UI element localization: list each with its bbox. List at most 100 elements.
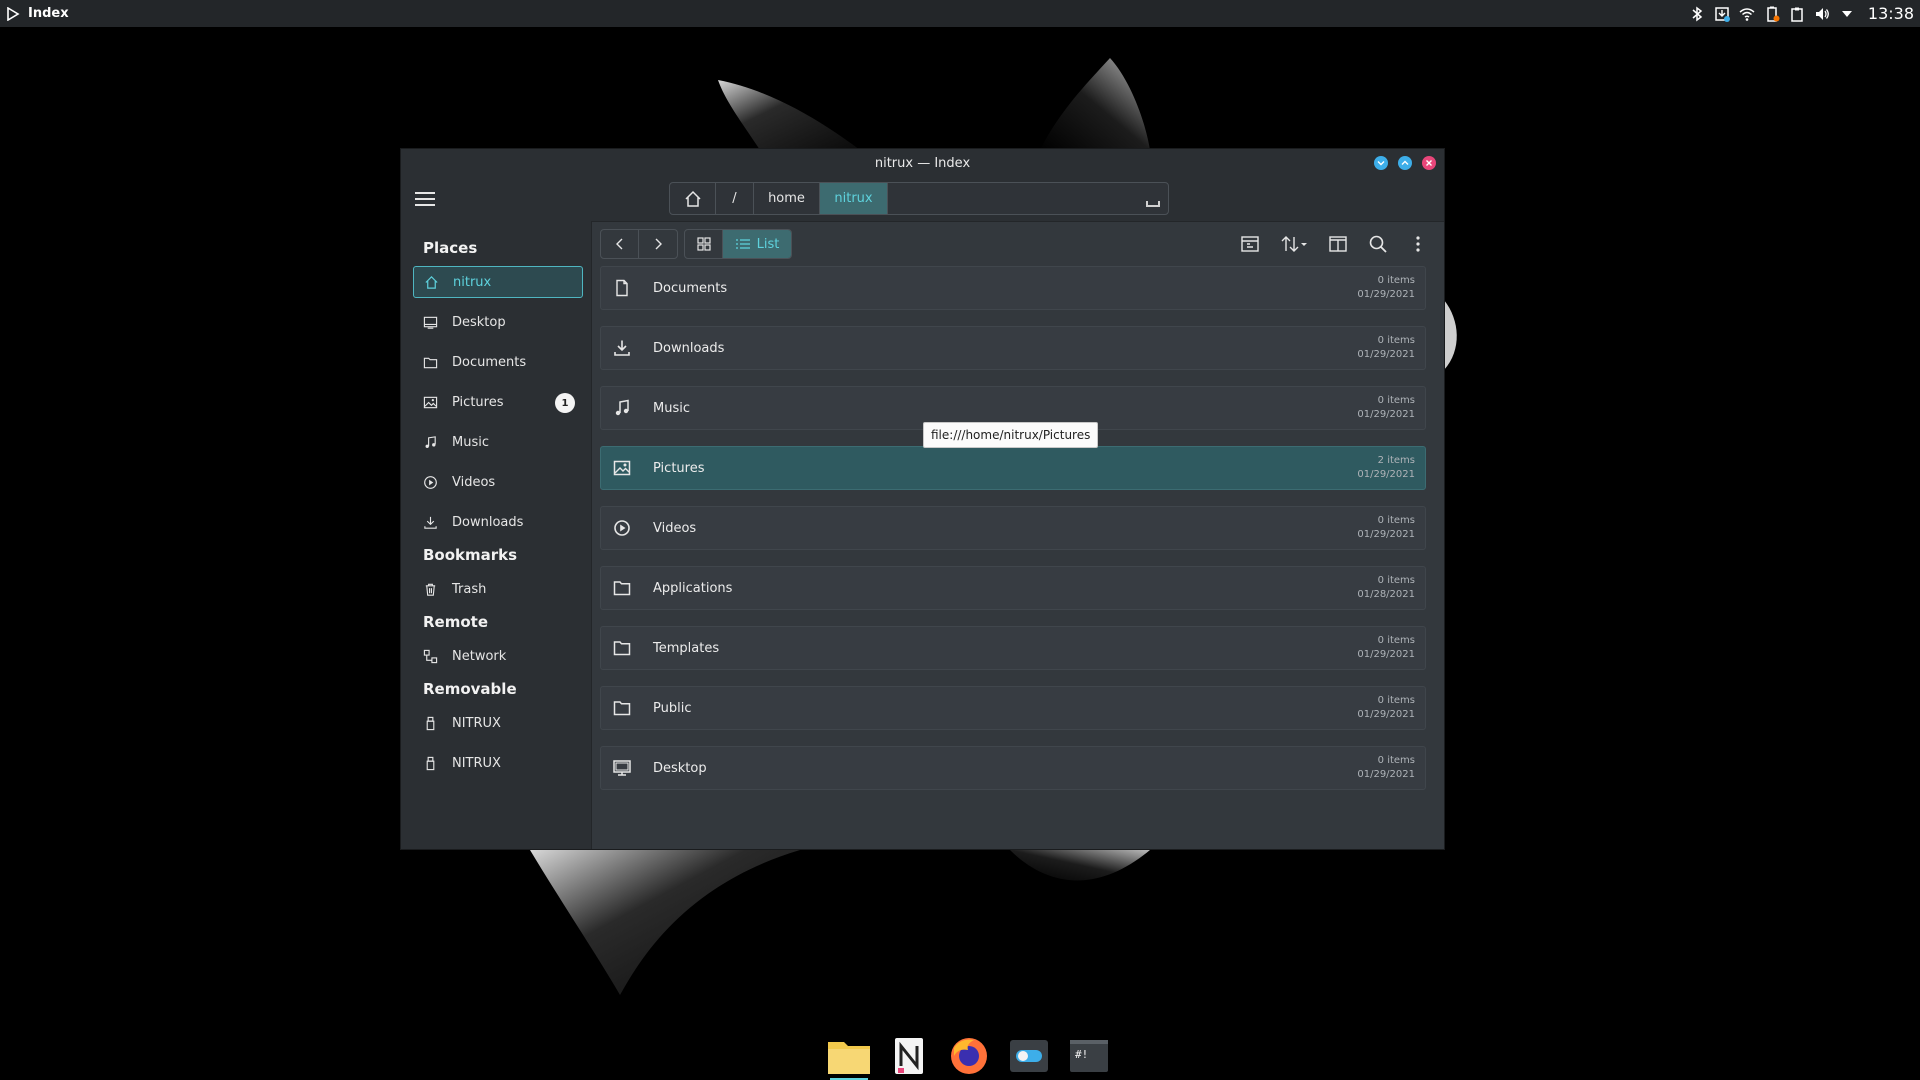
close-button[interactable]	[1422, 156, 1436, 170]
file-row-desktop[interactable]: Desktop 0 items 01/29/2021	[600, 746, 1426, 790]
sidebar-item-network[interactable]: Network	[413, 640, 583, 672]
file-name: Pictures	[653, 460, 705, 476]
sidebar-item-music[interactable]: Music	[413, 426, 583, 458]
file-row-public[interactable]: Public 0 items 01/29/2021	[600, 686, 1426, 730]
crumb-current[interactable]: nitrux	[820, 183, 888, 214]
usb-icon	[426, 756, 435, 770]
file-row-pictures[interactable]: Pictures 2 items 01/29/2021	[600, 446, 1426, 490]
item-count: 0 items	[1377, 335, 1415, 346]
edit-path-icon[interactable]	[1146, 201, 1160, 207]
split-view-icon	[1329, 236, 1347, 252]
svg-text:#!: #!	[1075, 1048, 1088, 1061]
menu-button[interactable]	[415, 188, 439, 210]
videos-icon	[611, 517, 633, 539]
system-tray: 13:38	[1689, 4, 1914, 23]
folder-icon	[828, 1042, 870, 1074]
window-title: nitrux — Index	[874, 155, 971, 171]
toolbar: List	[592, 222, 1444, 266]
dock-files-app[interactable]	[826, 1036, 872, 1080]
volume-icon[interactable]	[1814, 6, 1830, 22]
folder-icon	[611, 697, 633, 719]
sidebar-item-nitrux[interactable]: nitrux	[413, 266, 583, 298]
file-row-applications[interactable]: Applications 0 items 01/28/2021	[600, 566, 1426, 610]
clipboard-icon[interactable]	[1789, 6, 1805, 22]
desktop-icon	[423, 316, 438, 329]
crumb-home[interactable]	[670, 183, 716, 214]
pictures-icon	[611, 457, 633, 479]
home-icon	[684, 190, 701, 207]
file-row-templates[interactable]: Templates 0 items 01/29/2021	[600, 626, 1426, 670]
crumb-home-dir[interactable]: home	[754, 183, 820, 214]
sidebar-item-usb-1[interactable]: NITRUX	[413, 707, 583, 739]
n-icon	[895, 1038, 923, 1074]
crumb-root[interactable]: /	[716, 183, 754, 214]
chevron-down-icon	[1377, 161, 1385, 166]
new-tab-button[interactable]	[1238, 232, 1262, 256]
dock-terminal[interactable]: #!	[1066, 1036, 1112, 1076]
more-options-button[interactable]	[1406, 232, 1430, 256]
file-row-downloads[interactable]: Downloads 0 items 01/29/2021	[600, 326, 1426, 370]
item-count: 2 items	[1377, 455, 1415, 466]
dock-firefox[interactable]	[946, 1036, 992, 1076]
updates-icon[interactable]	[1714, 6, 1730, 22]
file-meta: 0 items 01/29/2021	[1357, 634, 1415, 662]
split-view-button[interactable]	[1326, 232, 1350, 256]
file-name: Downloads	[653, 340, 725, 356]
wifi-icon[interactable]	[1739, 6, 1755, 22]
chevron-up-icon	[1401, 160, 1409, 165]
toolbar-actions	[1238, 232, 1436, 256]
sidebar-item-trash[interactable]: Trash	[413, 573, 583, 605]
item-count: 0 items	[1377, 395, 1415, 406]
path-entry-area[interactable]	[888, 183, 1168, 214]
modified-date: 01/29/2021	[1357, 289, 1415, 300]
trash-icon	[425, 583, 436, 596]
network-icon	[423, 649, 438, 663]
item-count: 0 items	[1377, 695, 1415, 706]
modified-date: 01/29/2021	[1357, 349, 1415, 360]
active-app[interactable]: Index	[6, 6, 69, 21]
main-panel: List Documents 0 items 01/29/2021 Downlo…	[591, 221, 1444, 849]
sidebar-item-label: NITRUX	[452, 755, 501, 771]
file-name: Documents	[653, 280, 728, 296]
minimize-button[interactable]	[1374, 156, 1388, 170]
item-count: 0 items	[1377, 575, 1415, 586]
sort-button[interactable]	[1278, 232, 1310, 256]
file-row-videos[interactable]: Videos 0 items 01/29/2021	[600, 506, 1426, 550]
sort-icon	[1281, 236, 1307, 252]
dock: #!	[826, 1036, 1112, 1080]
sidebar-item-label: Music	[452, 434, 489, 450]
tray-expand-icon[interactable]	[1839, 6, 1855, 22]
sidebar-item-pictures[interactable]: Pictures 1	[413, 386, 583, 418]
sidebar-item-downloads[interactable]: Downloads	[413, 506, 583, 538]
folder-icon	[611, 637, 633, 659]
clock[interactable]: 13:38	[1868, 4, 1914, 23]
search-icon	[1369, 235, 1387, 253]
file-name: Public	[653, 700, 692, 716]
file-name: Music	[653, 400, 690, 416]
bluetooth-icon[interactable]	[1689, 6, 1705, 22]
bookmarks-title: Bookmarks	[423, 546, 518, 564]
titlebar[interactable]: nitrux — Index	[401, 149, 1444, 177]
file-meta: 0 items 01/29/2021	[1357, 754, 1415, 782]
folder-icon	[423, 357, 438, 368]
remote-title: Remote	[423, 613, 489, 631]
list-view-button[interactable]: List	[723, 230, 791, 258]
dock-system-settings[interactable]	[1006, 1036, 1052, 1076]
sidebar-item-usb-2[interactable]: NITRUX	[413, 747, 583, 779]
file-row-documents[interactable]: Documents 0 items 01/29/2021	[600, 266, 1426, 310]
grid-view-button[interactable]	[685, 230, 723, 258]
sidebar-item-documents[interactable]: Documents	[413, 346, 583, 378]
usb-icon	[426, 716, 435, 730]
item-count: 0 items	[1377, 635, 1415, 646]
battery-icon[interactable]	[1764, 6, 1780, 22]
sidebar-item-label: Pictures	[452, 394, 504, 410]
maximize-button[interactable]	[1398, 156, 1412, 170]
sidebar-item-videos[interactable]: Videos	[413, 466, 583, 498]
search-button[interactable]	[1366, 232, 1390, 256]
file-name: Desktop	[653, 760, 707, 776]
back-button[interactable]	[601, 230, 639, 258]
dock-nx-software-center[interactable]	[886, 1036, 932, 1076]
music-icon	[611, 397, 633, 419]
sidebar-item-desktop[interactable]: Desktop	[413, 306, 583, 338]
forward-button[interactable]	[639, 230, 677, 258]
